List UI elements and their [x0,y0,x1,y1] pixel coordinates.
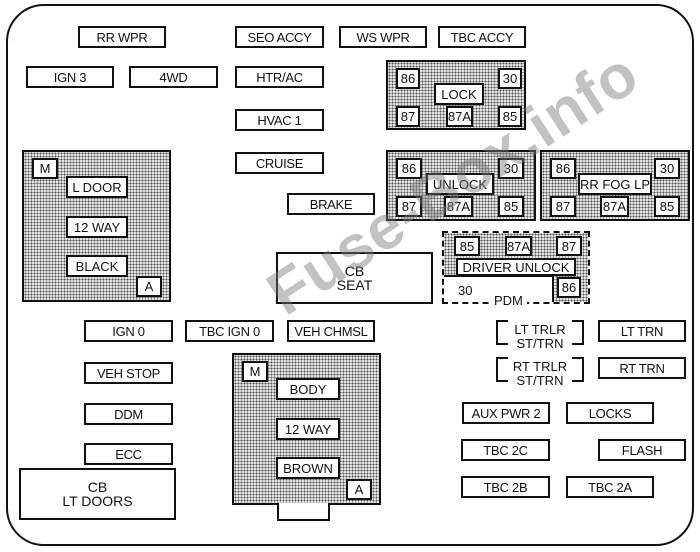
fuse-rr-wpr[interactable]: RR WPR [78,26,166,48]
relay-driver-unlock-pin-30: 30 [458,283,473,298]
relay-rr-fog-lp-pin-85: 85 [654,196,680,217]
relay-lock-pin-86: 86 [396,68,420,89]
connector-left-black: BLACK [66,255,128,277]
relay-rr-fog-lp-pin-87a: 87A [600,196,629,217]
lt-trlr-line1: LT TRLR [514,322,566,338]
fuse-rt-trn[interactable]: RT TRN [598,357,686,379]
relay-unlock-pin-86: 86 [396,158,422,179]
fuse-ign3[interactable]: IGN 3 [26,66,114,88]
pdm-module[interactable]: 85 87A 87 DRIVER UNLOCK 86 30 PDM [442,231,590,307]
cb-lt-doors-line2: LT DOORS [62,493,133,509]
relay-lock-pin-85: 85 [498,106,522,127]
relay-rr-fog-lp-pin-30: 30 [654,158,680,179]
circuit-breaker-seat[interactable]: CB SEAT [276,252,433,304]
cb-seat-line2: SEAT [336,277,373,293]
relay-driver-unlock-pin-85: 85 [454,236,480,256]
rt-trlr-line2: ST/TRN [516,373,564,388]
circuit-breaker-lt-doors[interactable]: CB LT DOORS [19,468,176,520]
fuse-locks[interactable]: LOCKS [566,402,654,424]
fuse-tbc-ign0[interactable]: TBC IGN 0 [185,320,274,342]
cb-seat-line1: CB [344,263,365,279]
fuse-brake[interactable]: BRAKE [287,193,375,215]
connector-left-a-label: A [136,276,162,297]
fuse-cruise[interactable]: CRUISE [235,152,324,174]
connector-bottom-a-label: A [346,479,372,500]
fuse-veh-stop[interactable]: VEH STOP [84,362,173,384]
fuse-ddm[interactable]: DDM [84,403,173,425]
relay-lock-pin-87: 87 [396,106,420,127]
fuse-htr-ac[interactable]: HTR/AC [235,66,324,88]
lt-trlr-line2: ST/TRN [516,336,564,351]
connector-bottom-brown: BROWN [276,457,340,479]
connector-bottom-12-way: 12 WAY [276,418,340,440]
relay-rr-fog-lp-pin-86: 86 [550,158,576,179]
cb-lt-doors-line1: CB [87,479,108,495]
relay-unlock[interactable]: 86 30 UNLOCK 87 87A 85 [386,150,536,221]
fuse-tbc-2a[interactable]: TBC 2A [566,476,654,498]
relay-driver-unlock-pin-87: 87 [556,236,582,256]
connector-body-brown[interactable]: M BODY 12 WAY BROWN A [232,353,381,505]
relay-unlock-label: UNLOCK [426,173,494,195]
relay-lock-label: LOCK [434,83,484,105]
relay-rr-fog-lp[interactable]: 86 30 RR FOG LP 87 87A 85 [540,150,690,221]
relay-unlock-pin-87: 87 [396,196,422,217]
fuse-aux-pwr2[interactable]: AUX PWR 2 [462,402,550,424]
fuse-ign0[interactable]: IGN 0 [84,320,173,342]
connector-l-door-black[interactable]: M L DOOR 12 WAY BLACK A [22,150,171,302]
pdm-divider-v [552,275,554,302]
relay-rr-fog-lp-pin-87: 87 [550,196,576,217]
connector-body-tab [277,503,330,521]
relay-lock-pin-30: 30 [498,68,522,89]
fuse-4wd[interactable]: 4WD [129,66,218,88]
fuse-tbc-accy[interactable]: TBC ACCY [438,26,526,48]
relay-rr-fog-lp-label: RR FOG LP [578,173,652,195]
fuse-seo-accy[interactable]: SEO ACCY [235,26,324,48]
pdm-label: PDM [490,294,527,307]
rt-trlr-line1: RT TRLR [512,359,568,375]
fuse-ws-wpr[interactable]: WS WPR [339,26,427,48]
relay-driver-unlock-pin-86: 86 [557,277,581,298]
connector-bottom-body: BODY [276,378,340,400]
relay-lock-pin-87a: 87A [446,106,473,127]
connector-left-12-way: 12 WAY [66,216,128,238]
fuse-rt-trlr-st-trn[interactable]: RT TRLR ST/TRN [496,357,584,391]
relay-unlock-pin-87a: 87A [444,196,473,217]
fuse-hvac1[interactable]: HVAC 1 [235,109,324,131]
relay-driver-unlock-pin-87a: 87A [505,236,532,256]
relay-unlock-pin-30: 30 [498,158,524,179]
fuse-lt-trlr-st-trn[interactable]: LT TRLR ST/TRN [496,320,584,354]
relay-driver-unlock-label: DRIVER UNLOCK [456,258,576,276]
fuse-flash[interactable]: FLASH [598,439,686,461]
connector-bottom-m-label: M [242,361,268,382]
fuse-lt-trn[interactable]: LT TRN [598,320,686,342]
relay-lock[interactable]: 86 30 LOCK 87 87A 85 [386,60,526,130]
connector-left-m-label: M [32,158,58,179]
fuse-ecc[interactable]: ECC [84,443,173,465]
fuse-tbc-2b[interactable]: TBC 2B [461,476,550,498]
relay-unlock-pin-85: 85 [498,196,524,217]
fuse-tbc-2c[interactable]: TBC 2C [461,439,550,461]
connector-left-l-door: L DOOR [66,176,128,198]
fuse-veh-chmsl[interactable]: VEH CHMSL [287,320,375,342]
